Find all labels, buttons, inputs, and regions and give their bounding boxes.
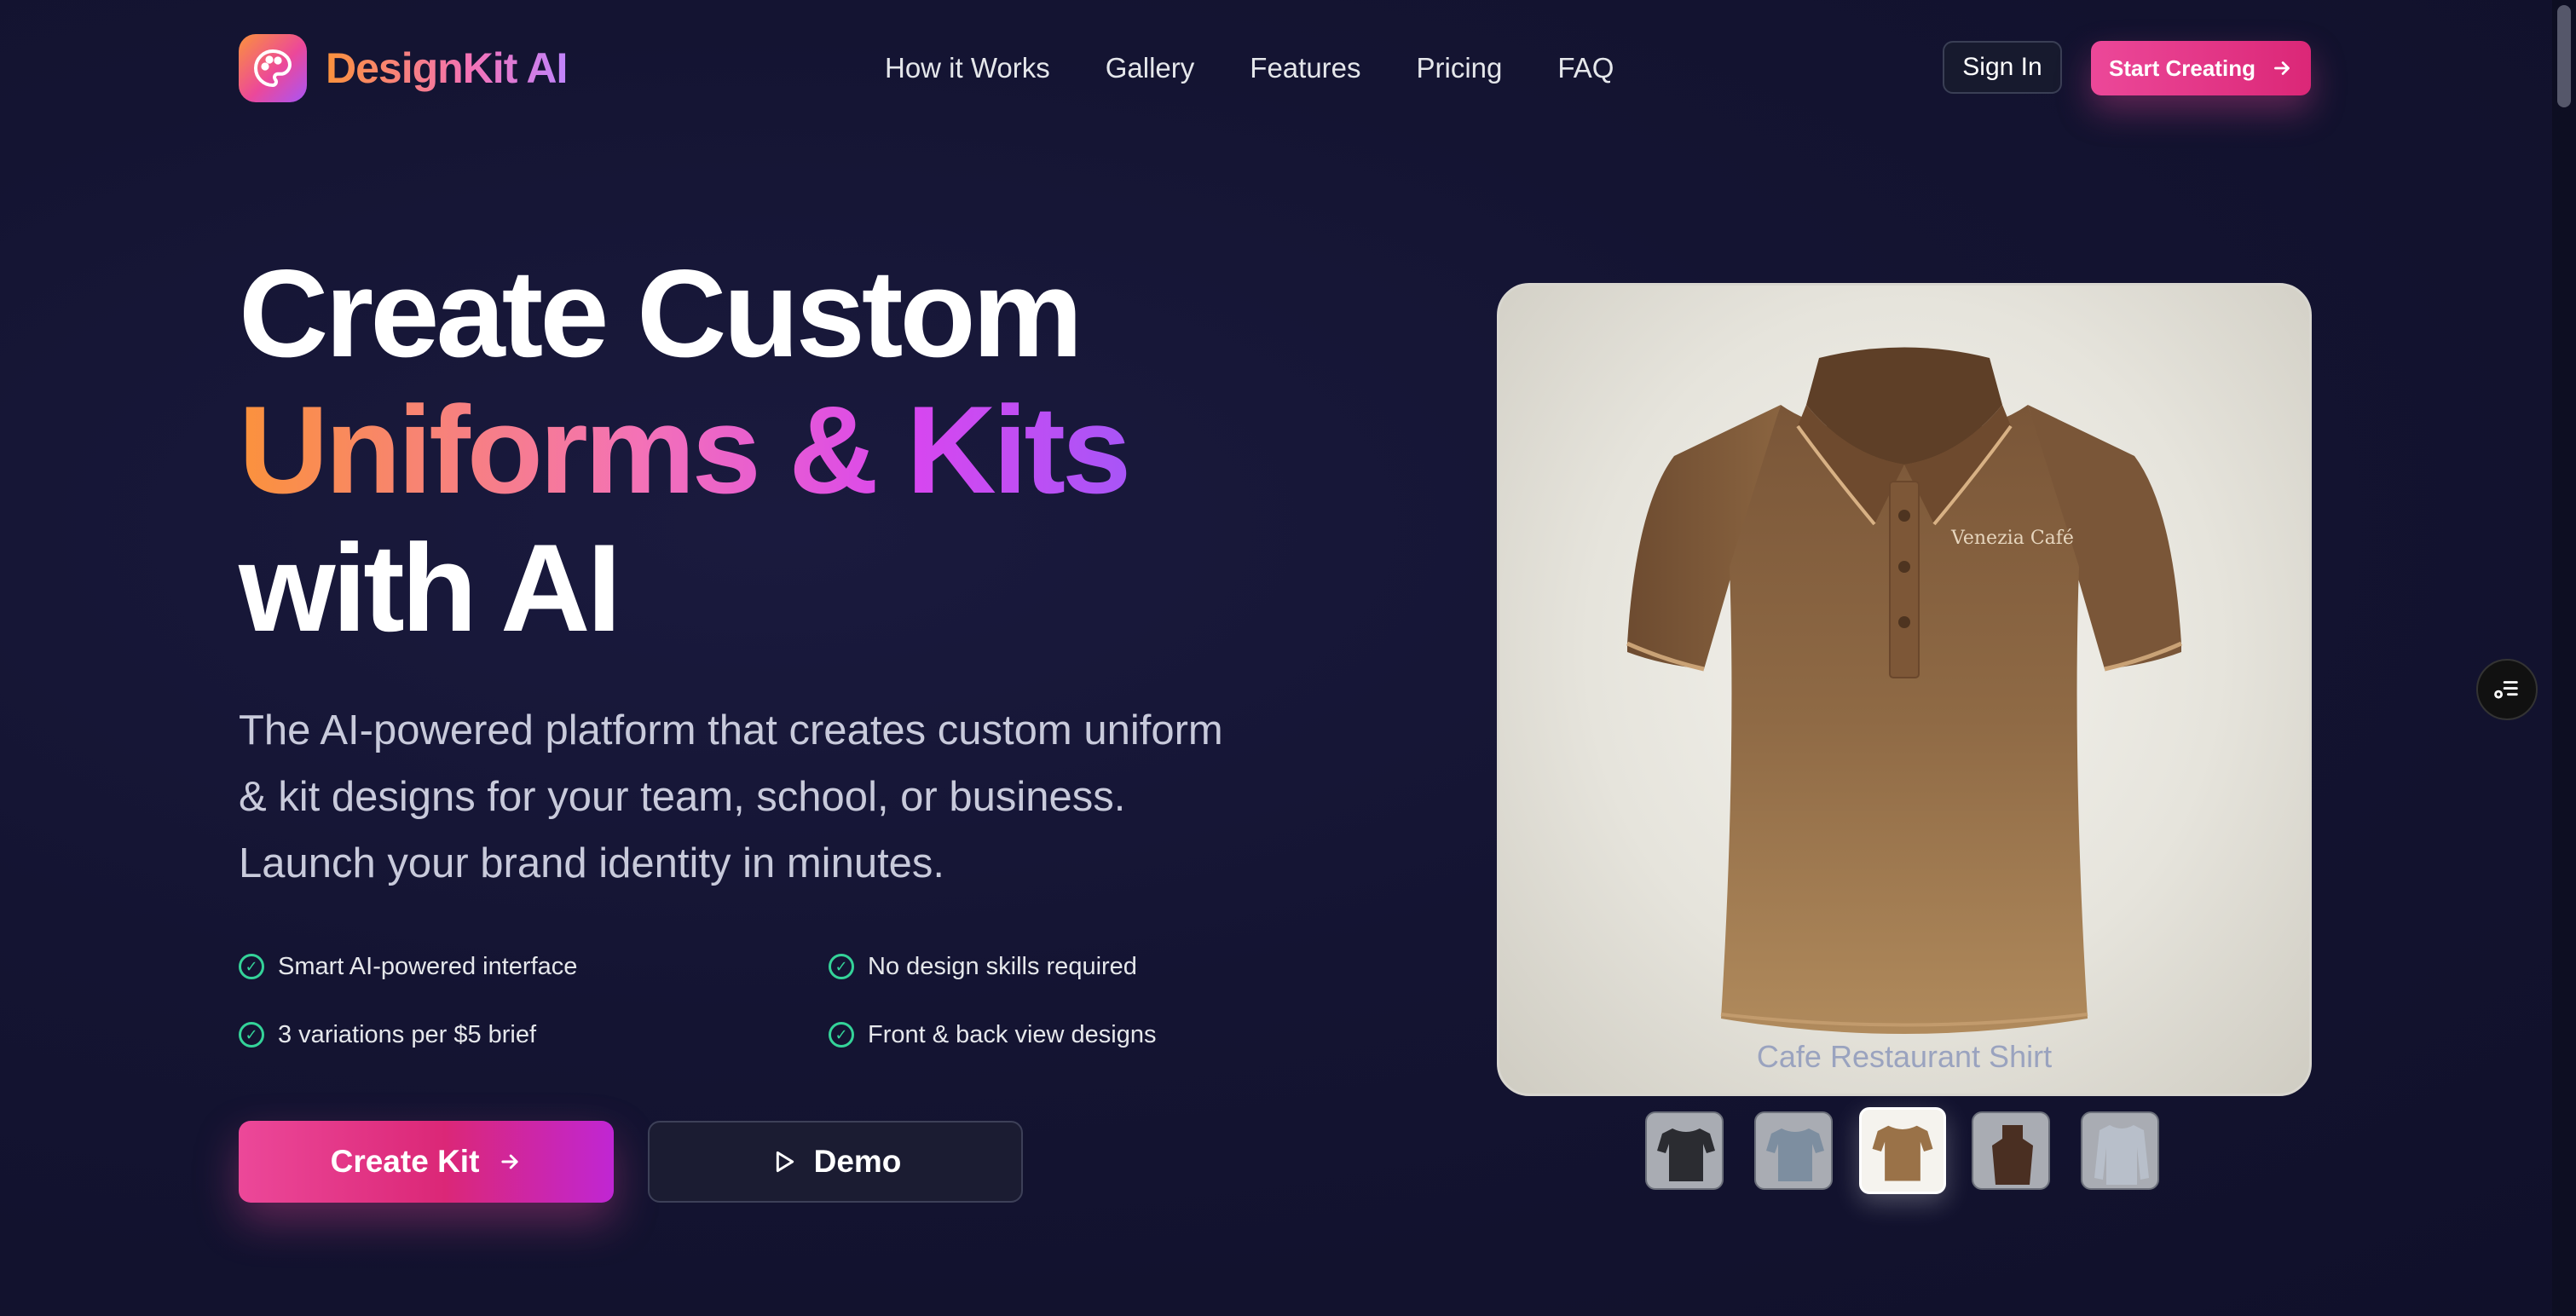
check-circle-icon: ✓ [239, 1022, 264, 1048]
check-circle-icon: ✓ [829, 1022, 854, 1048]
arrow-right-icon [2274, 61, 2290, 75]
brand-name[interactable]: DesignKit AI [326, 39, 568, 97]
hero-subtitle: The AI-powered platform that creates cus… [239, 707, 1223, 886]
thumbnail-sports-jersey[interactable] [1645, 1111, 1724, 1190]
start-creating-button[interactable]: Start Creating [2091, 41, 2311, 95]
create-kit-button[interactable]: Create Kit [239, 1121, 614, 1203]
feature-label: 3 variations per $5 brief [278, 1021, 537, 1048]
feature-item: ✓ Front & back view designs [829, 1018, 1156, 1052]
sign-in-button[interactable]: Sign In [1943, 41, 2062, 94]
hero-title-line-3: with AI [239, 518, 621, 657]
dress-shirt-image [2094, 1125, 2149, 1185]
hero-title-line-1: Create Custom [239, 244, 1083, 383]
cafe-polo-image [1872, 1125, 1933, 1181]
apron-image [1992, 1125, 2033, 1185]
shirt-logo-text: Venezia Café [1951, 528, 2074, 549]
demo-button[interactable]: Demo [648, 1121, 1023, 1203]
thumbnail-apron[interactable] [1972, 1111, 2050, 1190]
thumbnail-cafe-polo[interactable] [1859, 1107, 1946, 1194]
list-settings-icon [2494, 681, 2518, 699]
scrollbar-thumb[interactable] [2557, 5, 2571, 107]
product-preview-card: Venezia Café Cafe Restaurant Shirt [1497, 283, 2312, 1096]
palette-icon [254, 49, 292, 88]
nav-faq[interactable]: FAQ [1557, 49, 1614, 87]
create-kit-label: Create Kit [330, 1144, 480, 1179]
nav-pricing[interactable]: Pricing [1417, 49, 1503, 87]
feature-item: ✓ 3 variations per $5 brief [239, 1018, 536, 1052]
hero-title-line-2: Uniforms & Kits [239, 380, 1131, 519]
feature-label: Smart AI-powered interface [278, 953, 578, 980]
check-circle-icon: ✓ [829, 954, 854, 979]
thumbnail-polo-shirt[interactable] [1754, 1111, 1833, 1190]
play-icon [776, 1151, 794, 1173]
product-caption: Cafe Restaurant Shirt [1756, 1039, 2053, 1074]
nav-how-it-works[interactable]: How it Works [885, 49, 1050, 87]
logo-mark[interactable] [239, 34, 307, 102]
start-creating-label: Start Creating [2109, 55, 2255, 81]
feature-label: No design skills required [868, 953, 1137, 980]
floating-menu-button[interactable] [2476, 659, 2538, 720]
main-nav: How it Works Gallery Features Pricing FA… [885, 49, 1614, 87]
feature-item: ✓ No design skills required [829, 949, 1137, 984]
nav-gallery[interactable]: Gallery [1106, 49, 1195, 87]
jersey-image [1657, 1128, 1715, 1181]
arrow-right-icon [501, 1154, 519, 1169]
polo-shirt-image [1626, 347, 2183, 1034]
feature-item: ✓ Smart AI-powered interface [239, 949, 577, 984]
scrollbar-track[interactable] [2552, 0, 2576, 1316]
feature-label: Front & back view designs [868, 1021, 1157, 1048]
sign-in-label: Sign In [1962, 53, 2042, 81]
nav-features[interactable]: Features [1250, 49, 1360, 87]
demo-label: Demo [813, 1144, 902, 1179]
check-circle-icon: ✓ [239, 954, 264, 979]
polo-image [1766, 1128, 1824, 1181]
thumbnail-dress-shirt[interactable] [2081, 1111, 2159, 1190]
